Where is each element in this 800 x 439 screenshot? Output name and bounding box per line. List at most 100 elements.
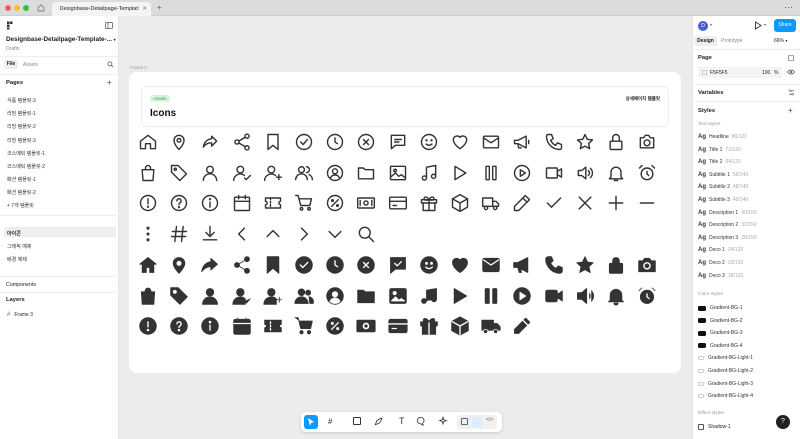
tab-file[interactable]: File [4,60,18,69]
maximize-window-button[interactable] [23,5,29,11]
card-icon[interactable] [387,316,408,336]
text-tool-icon[interactable]: T [399,416,405,426]
layer-item-frame[interactable]: # Frame 3 [7,312,33,318]
check-circle-icon[interactable] [294,255,314,275]
home-icon[interactable] [138,132,158,152]
money-icon[interactable] [356,316,376,336]
mail-icon[interactable] [481,132,501,152]
info-circle-icon[interactable] [200,193,220,213]
user-icon[interactable] [200,163,220,183]
play-circle-icon[interactable] [512,163,532,183]
comment-tool-icon[interactable] [416,416,426,428]
calendar-icon[interactable] [232,193,252,213]
x-circle-icon[interactable] [356,255,376,275]
actions-tool-icon[interactable] [438,415,448,428]
pin-icon[interactable] [169,132,189,152]
volume-icon[interactable] [575,163,595,183]
page-item[interactable]: 리빙 템플릿-2 [7,123,36,130]
file-name[interactable]: Designbase-Detailpage-Template-... ▾ [6,36,116,43]
percent-icon[interactable] [325,316,345,336]
alert-circle-icon[interactable] [138,193,158,213]
heart-icon[interactable] [450,255,470,275]
smile-icon[interactable] [419,132,439,152]
user-check-icon[interactable] [232,286,252,306]
tag-icon[interactable] [169,286,189,306]
ticket-icon[interactable] [263,316,283,336]
check-icon[interactable] [544,193,564,213]
figma-menu-icon[interactable] [6,21,14,32]
page-item[interactable]: 코스메틱 템플릿-2 [7,163,45,170]
cart-icon[interactable] [294,193,314,213]
volume-icon[interactable] [575,286,595,306]
bag-icon[interactable] [138,163,158,183]
money-icon[interactable] [356,193,376,213]
color-style-item[interactable]: Gradient-BG-Light-4 [698,393,753,399]
move-tool-button[interactable] [304,415,318,429]
page-item[interactable]: 그래픽 예제 [7,243,31,250]
text-style-item[interactable]: Ag Subtitle 1 56/140 [698,172,748,178]
design-mode-icon[interactable] [461,418,468,425]
bag-icon[interactable] [138,286,158,306]
user-icon[interactable] [200,286,220,306]
text-style-item[interactable]: Ag Title 2 64/120 [698,159,741,165]
home-icon[interactable] [35,3,47,13]
color-style-item[interactable]: Gradient-BG-Light-2 [698,368,753,374]
add-page-button[interactable]: + [107,78,112,87]
eye-icon[interactable] [787,69,795,77]
alert-circle-icon[interactable] [138,316,158,336]
alarm-icon[interactable] [637,163,657,183]
text-style-item[interactable]: Ag Description 1 40/150 [698,210,756,216]
heart-icon[interactable] [450,132,470,152]
info-circle-icon[interactable] [200,316,220,336]
color-style-item[interactable]: Gradient-BG-1 [698,305,743,311]
text-style-item[interactable]: Ag Deco 2 20/120 [698,260,743,266]
share-nodes-icon[interactable] [232,255,252,275]
box-icon[interactable] [450,316,470,336]
mail-icon[interactable] [481,255,501,275]
help-circle-icon[interactable] [169,193,189,213]
page-color-field[interactable]: F5F5F5 100 % [698,67,782,78]
lock-icon[interactable] [606,132,626,152]
color-style-item[interactable]: Gradient-BG-3 [698,330,743,336]
text-style-item[interactable]: Ag Subtitle 2 48/140 [698,184,748,190]
tab-design[interactable]: Design [694,36,717,46]
pencil-icon[interactable] [512,316,532,336]
color-style-item[interactable]: Gradient-BG-Light-1 [698,355,753,361]
check-circle-icon[interactable] [294,132,314,152]
folder-icon[interactable] [356,163,376,183]
star-icon[interactable] [575,255,595,275]
frame-tool-icon[interactable]: # [328,417,332,426]
smile-icon[interactable] [419,255,439,275]
local-styles-icon[interactable] [788,55,794,63]
message-icon[interactable] [388,132,408,152]
close-icon[interactable] [575,193,595,213]
gift-icon[interactable] [419,193,439,213]
prototype-mode-icon[interactable] [472,417,482,427]
truck-icon[interactable] [481,193,501,213]
camera-icon[interactable] [637,255,657,275]
users-icon[interactable] [294,286,314,306]
users-icon[interactable] [294,163,314,183]
hash-icon[interactable] [169,224,189,244]
avatar[interactable]: D [698,21,708,31]
music-icon[interactable] [419,163,439,183]
effect-style-item[interactable]: Shadow-1 [698,424,731,430]
text-style-item[interactable]: Ag Title 1 72/120 [698,147,741,153]
user-plus-icon[interactable] [263,163,283,183]
clock-icon[interactable] [325,132,345,152]
star-icon[interactable] [575,132,595,152]
present-chevron-down-icon[interactable]: ▾ [764,22,766,27]
page-item[interactable]: 패션 템플릿-1 [7,176,36,183]
share-nodes-icon[interactable] [232,132,252,152]
file-tab[interactable]: Designbase-Detailpage-Templat: ✕ [52,2,151,16]
calendar-icon[interactable] [232,316,252,336]
bell-icon[interactable] [606,286,626,306]
search-icon[interactable] [107,61,114,70]
avatar-chevron-down-icon[interactable]: ▾ [710,22,712,27]
close-window-button[interactable] [5,5,11,11]
play-icon[interactable] [450,163,470,183]
percent-icon[interactable] [325,193,345,213]
alarm-icon[interactable] [637,286,657,306]
frame[interactable]: Assets Icons 상세페이지 템플릿 [129,72,681,373]
share-arrow-icon[interactable] [200,132,220,152]
